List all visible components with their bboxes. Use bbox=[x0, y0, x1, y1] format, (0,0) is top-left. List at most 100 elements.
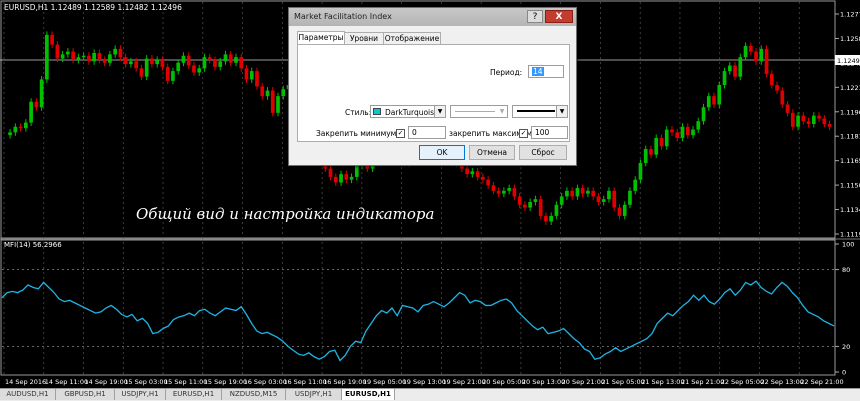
candle-body bbox=[575, 188, 580, 197]
candle-body bbox=[481, 176, 485, 180]
indicator-scale-label: 0 bbox=[842, 369, 846, 377]
candle-body bbox=[628, 190, 632, 205]
candle-body bbox=[239, 57, 244, 69]
color-select[interactable]: DarkTurquois ▼ bbox=[370, 105, 446, 118]
candle-body bbox=[155, 59, 160, 65]
symbol-tab[interactable]: USDJPY,H1 bbox=[286, 389, 342, 400]
symbol-tab[interactable]: EURUSD,H1 bbox=[342, 389, 395, 400]
candle-body bbox=[24, 122, 28, 129]
reset-button[interactable]: Сброс bbox=[519, 145, 567, 160]
candle-body bbox=[176, 62, 181, 72]
time-label: 15 Sep 11:00 bbox=[164, 378, 207, 386]
candle-body bbox=[470, 171, 475, 175]
fix-max-checkbox[interactable]: ✓ bbox=[519, 129, 528, 138]
candle-body bbox=[108, 54, 112, 63]
price-label: 1.12580 bbox=[840, 35, 860, 43]
candle-body bbox=[712, 96, 716, 105]
candle-body bbox=[607, 190, 611, 200]
price-label: 1.12210 bbox=[840, 84, 860, 92]
price-label: 1.11500 bbox=[840, 182, 860, 190]
candle-body bbox=[670, 129, 674, 133]
candle-body bbox=[822, 118, 827, 124]
candle-body bbox=[817, 115, 821, 119]
candle-body bbox=[764, 48, 769, 74]
mfi-line bbox=[1, 280, 835, 362]
time-label: 14 Sep 19:00 bbox=[85, 378, 128, 386]
line-style-select[interactable]: ▼ bbox=[450, 105, 508, 118]
candle-body bbox=[785, 104, 790, 113]
candle-body bbox=[249, 71, 254, 80]
candle-body bbox=[160, 59, 165, 67]
candle-body bbox=[255, 71, 259, 87]
symbol-tab[interactable]: AUDUSD,H1 bbox=[0, 389, 56, 400]
candle-body bbox=[55, 44, 60, 59]
candle-body bbox=[97, 52, 102, 60]
ok-button[interactable]: OK bbox=[419, 145, 465, 160]
candle-body bbox=[276, 96, 280, 113]
time-label: 14 Sep 2016 bbox=[5, 378, 46, 386]
candle-body bbox=[102, 59, 107, 63]
candle-body bbox=[685, 126, 690, 136]
price-label: 1.11815 bbox=[840, 133, 860, 141]
fix-min-label: Закрепить минимум bbox=[316, 129, 397, 138]
cancel-button[interactable]: Отмена bbox=[469, 145, 515, 160]
fix-min-checkbox[interactable]: ✓ bbox=[396, 129, 405, 138]
time-label: 16 Sep 11:00 bbox=[283, 378, 326, 386]
current-price-label: 1.12496 bbox=[837, 57, 860, 65]
candle-body bbox=[738, 57, 743, 77]
period-input[interactable]: 14 bbox=[528, 65, 564, 78]
symbol-tab[interactable]: USDJPY,H1 bbox=[115, 389, 166, 400]
candle-body bbox=[727, 65, 732, 72]
candle-body bbox=[512, 188, 517, 197]
period-label: Период: bbox=[490, 68, 523, 77]
candle-body bbox=[223, 54, 228, 62]
time-label: 22 Sep 05:00 bbox=[721, 378, 764, 386]
candle-body bbox=[71, 51, 75, 60]
line-width-select[interactable]: ▼ bbox=[512, 105, 568, 118]
time-label: 19 Sep 13:00 bbox=[403, 378, 446, 386]
candle-body bbox=[827, 124, 832, 127]
candle-body bbox=[680, 126, 685, 138]
candle-body bbox=[517, 196, 522, 205]
candle-body bbox=[349, 176, 354, 180]
candle-body bbox=[502, 190, 506, 194]
indicator-pane-border bbox=[0, 239, 836, 376]
candle-body bbox=[202, 57, 207, 69]
candle-body bbox=[18, 126, 23, 129]
fix-max-input[interactable]: 100 bbox=[531, 126, 568, 139]
candle-body bbox=[549, 215, 554, 222]
symbol-tab[interactable]: EURUSD,H1 bbox=[166, 389, 222, 400]
candle-body bbox=[92, 52, 96, 62]
candle-body bbox=[554, 204, 559, 216]
candle-body bbox=[228, 54, 233, 63]
indicator-label: MFI(14) 56.2966 bbox=[4, 241, 62, 249]
indicator-scale-label: 20 bbox=[842, 343, 850, 351]
time-label: 16 Sep 03:00 bbox=[244, 378, 287, 386]
candle-body bbox=[717, 85, 722, 105]
symbol-tab[interactable]: GBPUSD,H1 bbox=[56, 389, 115, 400]
tab-parameters[interactable]: Параметры bbox=[297, 31, 345, 45]
symbol-tab[interactable]: NZDUSD,M15 bbox=[222, 389, 286, 400]
candle-body bbox=[796, 115, 800, 127]
time-label: 16 Sep 19:00 bbox=[323, 378, 366, 386]
help-button[interactable]: ? bbox=[527, 10, 543, 23]
fix-min-input[interactable]: 0 bbox=[408, 126, 446, 139]
candle-body bbox=[507, 188, 511, 191]
candle-body bbox=[649, 149, 653, 155]
candle-body bbox=[270, 90, 275, 113]
candle-body bbox=[675, 132, 680, 138]
time-label: 21 Sep 05:00 bbox=[601, 378, 644, 386]
candle-body bbox=[45, 34, 49, 80]
candle-body bbox=[344, 174, 349, 180]
time-label: 21 Sep 21:00 bbox=[681, 378, 724, 386]
dialog-titlebar[interactable]: Market Facilitation Index ? X bbox=[289, 8, 576, 26]
chevron-down-icon: ▼ bbox=[556, 106, 567, 117]
time-label: 21 Sep 13:00 bbox=[641, 378, 684, 386]
candle-body bbox=[722, 71, 727, 86]
indicator-dialog: Market Facilitation Index ? X Параметры … bbox=[288, 7, 577, 166]
period-value: 14 bbox=[532, 67, 544, 76]
candle-body bbox=[617, 207, 622, 216]
close-button[interactable]: X bbox=[545, 10, 573, 23]
candle-body bbox=[29, 101, 33, 123]
candle-body bbox=[691, 129, 695, 136]
